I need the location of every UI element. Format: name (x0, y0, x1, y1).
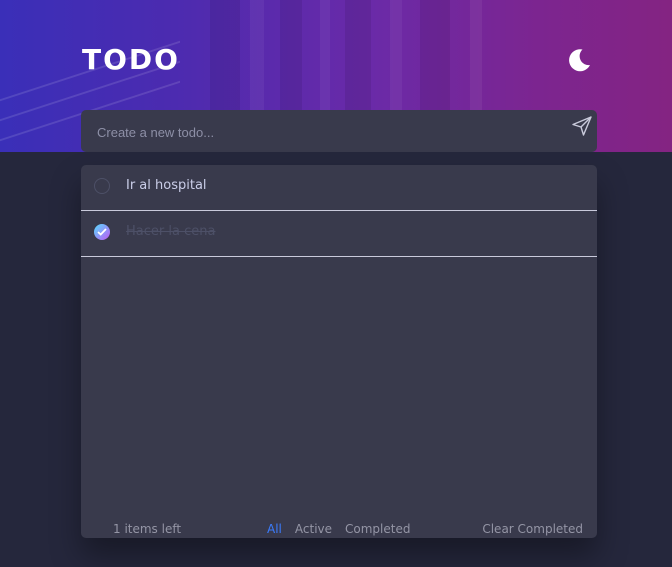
filter-active[interactable]: Active (295, 522, 332, 536)
list-footer: 1 items left All Active Completed Clear … (81, 522, 597, 538)
filter-all[interactable]: All (267, 522, 282, 536)
app-title: TODO (82, 43, 180, 76)
check-icon (97, 228, 107, 236)
list-item: Hacer la cena (81, 211, 597, 257)
moon-icon[interactable] (565, 46, 593, 74)
todo-text[interactable]: Hacer la cena (126, 211, 215, 253)
new-todo-input[interactable] (95, 110, 559, 154)
clear-completed-button[interactable]: Clear Completed (482, 522, 583, 536)
completed-checkbox[interactable] (94, 224, 110, 240)
send-icon[interactable] (571, 115, 593, 137)
todo-list: Ir al hospital Hacer la cena 1 items lef… (81, 165, 597, 538)
new-todo-bar (81, 110, 597, 154)
list-item: Ir al hospital (81, 165, 597, 211)
filter-tabs: All Active Completed (267, 522, 410, 536)
items-left-count: 1 items left (113, 522, 182, 536)
complete-checkbox[interactable] (94, 178, 110, 194)
todo-text[interactable]: Ir al hospital (126, 165, 207, 207)
filter-completed[interactable]: Completed (345, 522, 410, 536)
